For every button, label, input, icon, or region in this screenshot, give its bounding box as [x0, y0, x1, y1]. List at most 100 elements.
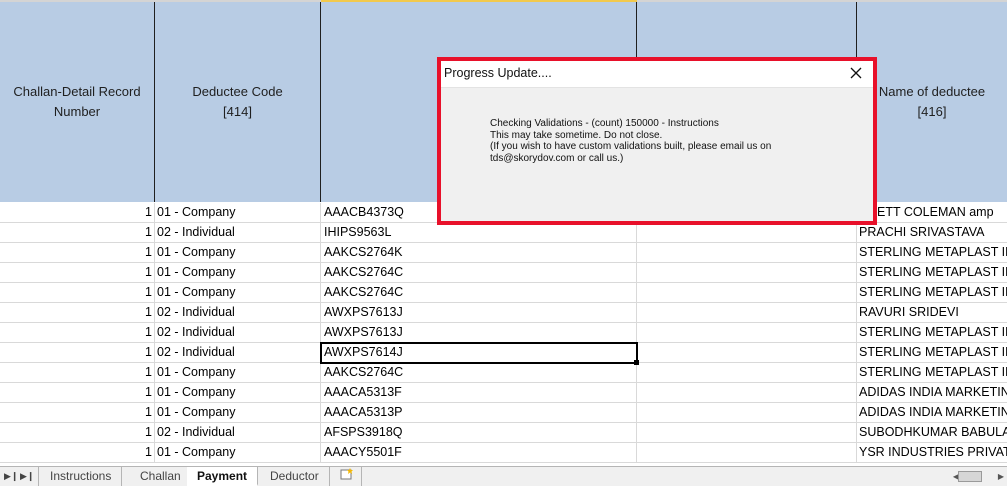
- cell-record-number[interactable]: 1: [0, 203, 155, 222]
- table-row: 1 02 - Individual IHIPS9563L PRACHI SRIVAST…: [0, 223, 1007, 243]
- cell-pan[interactable]: AAACA5313F: [321, 383, 637, 402]
- fill-handle[interactable]: [634, 360, 639, 365]
- cell-name-of-deductee[interactable]: PRACHI SRIVASTAVA: [857, 223, 1007, 242]
- sheet-tab-bar: ▶❙ ▶❙ Instructions Challan Payment Deduc…: [0, 466, 1007, 486]
- cell-empty[interactable]: [637, 243, 857, 262]
- table-row: 1 02 - Individual AWXPS7614J STERLING METAP…: [0, 343, 1007, 363]
- close-icon[interactable]: [847, 64, 865, 82]
- cell-deductee-code[interactable]: 01 - Company: [155, 263, 321, 282]
- cell-name-of-deductee[interactable]: STERLING METAPLAST IN: [857, 323, 1007, 342]
- tab-label: Challan: [140, 469, 181, 483]
- cell-deductee-code[interactable]: 02 - Individual: [155, 223, 321, 242]
- cell-deductee-code[interactable]: 01 - Company: [155, 403, 321, 422]
- cell-empty[interactable]: [637, 303, 857, 322]
- cell-name-of-deductee[interactable]: STERLING METAPLAST IN: [857, 363, 1007, 382]
- cell-pan[interactable]: AWXPS7614J: [321, 343, 637, 362]
- dialog-message-line: Checking Validations - (count) 150000 - …: [490, 118, 719, 129]
- cell-pan[interactable]: AAKCS2764C: [321, 283, 637, 302]
- first-sheet-icon[interactable]: ▶❙: [4, 469, 18, 483]
- cell-deductee-code[interactable]: 01 - Company: [155, 363, 321, 382]
- cell-pan[interactable]: AAKCS2764C: [321, 363, 637, 382]
- cell-empty[interactable]: [637, 363, 857, 382]
- dialog-message-line: This may take sometime. Do not close.: [490, 129, 663, 141]
- cell-record-number[interactable]: 1: [0, 323, 155, 342]
- cell-name-of-deductee[interactable]: STERLING METAPLAST IN: [857, 243, 1007, 262]
- cell-empty[interactable]: [637, 323, 857, 342]
- cell-name-of-deductee[interactable]: NNETT COLEMAN amp: [857, 203, 1007, 222]
- insert-sheet-glyph: [340, 468, 353, 480]
- cell-record-number[interactable]: 1: [0, 283, 155, 302]
- cell-empty[interactable]: [637, 263, 857, 282]
- tab-payment[interactable]: Payment: [187, 467, 259, 486]
- cell-pan[interactable]: AWXPS7613J: [321, 323, 637, 342]
- insert-sheet-icon[interactable]: [333, 467, 362, 486]
- cell-record-number[interactable]: 1: [0, 303, 155, 322]
- table-row: 1 02 - Individual AWXPS7613J STERLING METAP…: [0, 323, 1007, 343]
- table-row: 1 01 - Company AAKCS2764C STERLING METAPLAS…: [0, 283, 1007, 303]
- cell-deductee-code[interactable]: 02 - Individual: [155, 323, 321, 342]
- tab-label: Payment: [197, 469, 248, 483]
- cell-deductee-code[interactable]: 02 - Individual: [155, 303, 321, 322]
- cell-name-of-deductee[interactable]: SUBODHKUMAR BABULA: [857, 423, 1007, 442]
- cell-record-number[interactable]: 1: [0, 263, 155, 282]
- dialog-titlebar[interactable]: Progress Update....: [441, 61, 873, 88]
- cell-empty[interactable]: [637, 283, 857, 302]
- cell-pan[interactable]: IHIPS9563L: [321, 223, 637, 242]
- cell-deductee-code[interactable]: 01 - Company: [155, 203, 321, 222]
- cell-pan[interactable]: AFSPS3918Q: [321, 423, 637, 442]
- cell-pan[interactable]: AWXPS7613J: [321, 303, 637, 322]
- cell-pan[interactable]: AAKCS2764K: [321, 243, 637, 262]
- table-row: 1 01 - Company AAKCS2764C STERLING METAPLAS…: [0, 263, 1007, 283]
- cell-name-of-deductee[interactable]: ADIDAS INDIA MARKETIN: [857, 403, 1007, 422]
- table-row: 1 02 - Individual AWXPS7613J RAVURI SRIDEVI: [0, 303, 1007, 323]
- tab-divider: [38, 467, 39, 486]
- cell-empty[interactable]: [637, 403, 857, 422]
- cell-record-number[interactable]: 1: [0, 243, 155, 262]
- tab-label: Instructions: [50, 469, 112, 483]
- cell-name-of-deductee[interactable]: STERLING METAPLAST IN: [857, 283, 1007, 302]
- cell-empty[interactable]: [637, 383, 857, 402]
- cell-name-of-deductee[interactable]: RAVURI SRIDEVI: [857, 303, 1007, 322]
- table-row: 1 01 - Company AAACA5313P ADIDAS INDIA MARK…: [0, 403, 1007, 423]
- dialog-message-line: (If you wish to have custom validations …: [490, 141, 772, 152]
- table-row: 1 01 - Company AAKCS2764C STERLING METAPLAS…: [0, 363, 1007, 383]
- cell-name-of-deductee[interactable]: ADIDAS INDIA MARKETIN: [857, 383, 1007, 402]
- cell-deductee-code[interactable]: 02 - Individual: [155, 343, 321, 362]
- tab-deductor[interactable]: Deductor: [260, 467, 330, 486]
- header-challan-detail-record-number[interactable]: Challan-Detail Record Number: [0, 2, 155, 202]
- cell-record-number[interactable]: 1: [0, 383, 155, 402]
- header-deductee-code[interactable]: Deductee Code [414]: [155, 2, 321, 202]
- scrollbar-thumb[interactable]: [958, 471, 982, 482]
- cell-deductee-code[interactable]: 01 - Company: [155, 283, 321, 302]
- header-label-line1: Challan-Detail Record: [13, 84, 141, 99]
- cell-record-number[interactable]: 1: [0, 443, 155, 462]
- scroll-right-icon[interactable]: ▶: [995, 469, 1007, 484]
- horizontal-scrollbar[interactable]: ◀ ▶: [950, 469, 1007, 484]
- cell-deductee-code[interactable]: 01 - Company: [155, 443, 321, 462]
- cell-empty[interactable]: [637, 223, 857, 242]
- cell-record-number[interactable]: 1: [0, 403, 155, 422]
- cell-name-of-deductee[interactable]: STERLING METAPLAST IN: [857, 343, 1007, 362]
- last-sheet-icon[interactable]: ▶❙: [20, 469, 34, 483]
- cell-record-number[interactable]: 1: [0, 223, 155, 242]
- cell-pan[interactable]: AAKCS2764C: [321, 263, 637, 282]
- tab-challan[interactable]: Challan: [130, 467, 192, 486]
- cell-record-number[interactable]: 1: [0, 343, 155, 362]
- cell-name-of-deductee[interactable]: STERLING METAPLAST IN: [857, 263, 1007, 282]
- cell-pan[interactable]: AAACY5501F: [321, 443, 637, 462]
- cell-record-number[interactable]: 1: [0, 423, 155, 442]
- cell-name-of-deductee[interactable]: YSR INDUSTRIES PRIVATE: [857, 443, 1007, 462]
- tab-label: Deductor: [270, 469, 319, 483]
- cell-empty[interactable]: [637, 443, 857, 462]
- cell-empty[interactable]: [637, 423, 857, 442]
- progress-dialog: Progress Update.... Checking Validations…: [437, 57, 877, 225]
- cell-record-number[interactable]: 1: [0, 363, 155, 382]
- table-row: 1 01 - Company AAACY5501F YSR INDUSTRIES PR…: [0, 443, 1007, 463]
- cell-deductee-code[interactable]: 02 - Individual: [155, 423, 321, 442]
- cell-empty[interactable]: [637, 343, 857, 362]
- tab-instructions[interactable]: Instructions: [40, 467, 123, 486]
- cell-pan[interactable]: AAACA5313P: [321, 403, 637, 422]
- header-name-of-deductee[interactable]: Name of deductee [416]: [857, 2, 1007, 202]
- cell-deductee-code[interactable]: 01 - Company: [155, 383, 321, 402]
- cell-deductee-code[interactable]: 01 - Company: [155, 243, 321, 262]
